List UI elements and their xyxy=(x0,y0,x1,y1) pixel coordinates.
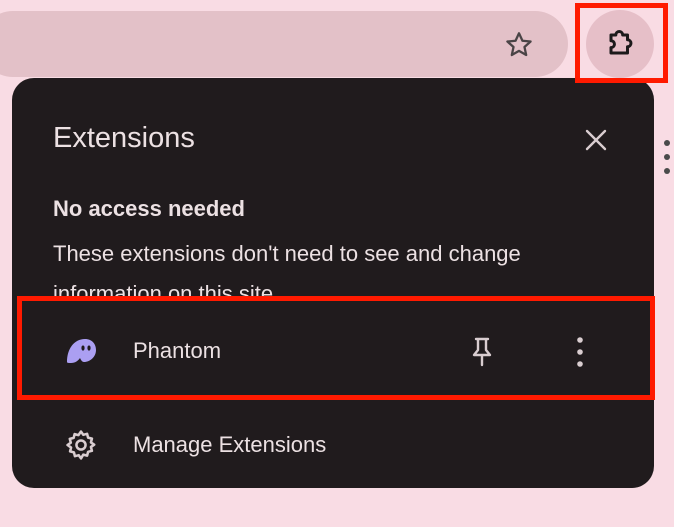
bookmark-button[interactable] xyxy=(498,24,540,66)
section-description: These extensions don't need to see and c… xyxy=(53,241,521,302)
manage-extensions-label: Manage Extensions xyxy=(133,432,327,457)
gear-icon xyxy=(64,428,98,462)
manage-extensions-link[interactable]: Manage Extensions xyxy=(12,398,654,488)
close-icon xyxy=(585,129,607,151)
page-menu-icon[interactable] xyxy=(662,140,672,176)
pin-button[interactable] xyxy=(464,332,500,372)
address-bar[interactable] xyxy=(0,11,568,77)
section-heading: No access needed xyxy=(53,196,245,221)
pin-icon xyxy=(472,337,492,367)
browser-toolbar xyxy=(0,0,674,90)
extensions-button[interactable] xyxy=(586,10,654,78)
close-button[interactable] xyxy=(578,122,614,158)
extension-menu-button[interactable] xyxy=(562,332,598,372)
phantom-ghost-icon xyxy=(64,334,98,368)
panel-title: Extensions xyxy=(53,122,195,154)
divider xyxy=(12,396,654,397)
extension-row-phantom[interactable]: Phantom xyxy=(24,306,642,396)
puzzle-piece-icon xyxy=(609,30,633,55)
extensions-popup: Extensions No access needed These extens… xyxy=(12,78,654,488)
more-vertical-icon xyxy=(577,337,583,367)
star-outline-icon xyxy=(506,32,532,57)
extension-name: Phantom xyxy=(133,338,222,363)
